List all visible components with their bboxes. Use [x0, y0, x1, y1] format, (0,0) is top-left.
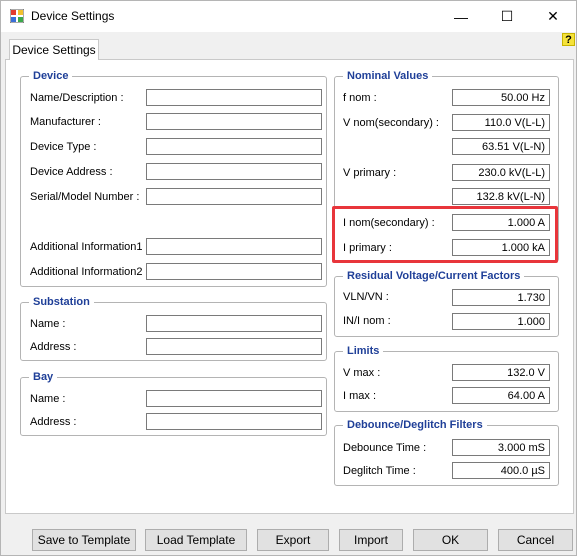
substation-address-input[interactable] — [146, 338, 322, 355]
debounce-time-input[interactable] — [452, 439, 550, 456]
maximize-button[interactable]: ☐ — [484, 1, 530, 32]
substation-address-label: Address : — [30, 341, 77, 353]
tab-device-settings[interactable]: Device Settings — [9, 39, 99, 60]
title-bar: Device Settings — ☐ ✕ — [1, 1, 576, 32]
f-nom-input[interactable] — [452, 89, 550, 106]
device-address-input[interactable] — [146, 163, 322, 180]
maximize-icon: ☐ — [500, 8, 514, 24]
bay-legend: Bay — [29, 370, 58, 384]
name-description-label: Name/Description : — [30, 92, 124, 104]
bay-address-label: Address : — [30, 416, 77, 428]
v-primary-label: V primary : — [343, 167, 397, 179]
v-max-label: V max : — [343, 367, 381, 379]
deglitch-time-label: Deglitch Time : — [343, 465, 416, 477]
vln-vn-label: VLN/VN : — [343, 291, 389, 303]
close-button[interactable]: ✕ — [530, 1, 576, 32]
debounce-deglitch-legend: Debounce/Deglitch Filters — [343, 418, 487, 432]
debounce-time-label: Debounce Time : — [343, 442, 427, 454]
vln-vn-input[interactable] — [452, 289, 550, 306]
substation-name-input[interactable] — [146, 315, 322, 332]
i-max-label: I max : — [343, 390, 377, 402]
device-type-input[interactable] — [146, 138, 322, 155]
import-button[interactable]: Import — [339, 529, 403, 551]
minimize-button[interactable]: — — [438, 1, 484, 32]
additional-info2-label: Additional Information2 : — [30, 266, 149, 278]
substation-legend: Substation — [29, 295, 94, 309]
serial-model-number-label: Serial/Model Number : — [30, 191, 140, 203]
save-to-template-button[interactable]: Save to Template — [32, 529, 136, 551]
minimize-icon: — — [454, 8, 468, 25]
v-nom-secondary-label: V nom(secondary) : — [343, 117, 439, 129]
v-primary-ll-input[interactable] — [452, 164, 550, 181]
additional-info1-label: Additional Information1 : — [30, 241, 149, 253]
bay-name-label: Name : — [30, 393, 66, 405]
limits-legend: Limits — [343, 344, 384, 358]
name-description-input[interactable] — [146, 89, 322, 106]
additional-info1-input[interactable] — [146, 238, 322, 255]
nominal-values-legend: Nominal Values — [343, 69, 433, 83]
additional-info2-input[interactable] — [146, 263, 322, 280]
v-nom-secondary-ln-input[interactable] — [452, 138, 550, 155]
device-address-label: Device Address : — [30, 166, 113, 178]
deglitch-time-input[interactable] — [452, 462, 550, 479]
v-nom-secondary-ll-input[interactable] — [452, 114, 550, 131]
in-inom-label: IN/I nom : — [343, 315, 391, 327]
v-primary-ln-input[interactable] — [452, 188, 550, 205]
manufacturer-input[interactable] — [146, 113, 322, 130]
help-icon[interactable]: ? — [562, 33, 575, 46]
cancel-button[interactable]: Cancel — [498, 529, 573, 551]
close-icon: ✕ — [547, 8, 559, 24]
export-button[interactable]: Export — [257, 529, 329, 551]
i-max-input[interactable] — [452, 387, 550, 404]
app-icon — [10, 9, 24, 23]
in-inom-input[interactable] — [452, 313, 550, 330]
substation-name-label: Name : — [30, 318, 66, 330]
manufacturer-label: Manufacturer : — [30, 116, 101, 128]
window-title: Device Settings — [31, 9, 115, 23]
device-group: Device — [20, 69, 327, 287]
device-legend: Device — [29, 69, 73, 83]
ok-button[interactable]: OK — [413, 529, 488, 551]
v-max-input[interactable] — [452, 364, 550, 381]
device-type-label: Device Type : — [30, 141, 97, 153]
f-nom-label: f nom : — [343, 92, 377, 104]
bay-name-input[interactable] — [146, 390, 322, 407]
highlight-box — [332, 206, 558, 263]
serial-model-number-input[interactable] — [146, 188, 322, 205]
device-settings-window: Device Settings — ☐ ✕ ? Device Settings … — [0, 0, 577, 556]
residual-factors-legend: Residual Voltage/Current Factors — [343, 269, 525, 283]
bay-address-input[interactable] — [146, 413, 322, 430]
load-template-button[interactable]: Load Template — [145, 529, 247, 551]
